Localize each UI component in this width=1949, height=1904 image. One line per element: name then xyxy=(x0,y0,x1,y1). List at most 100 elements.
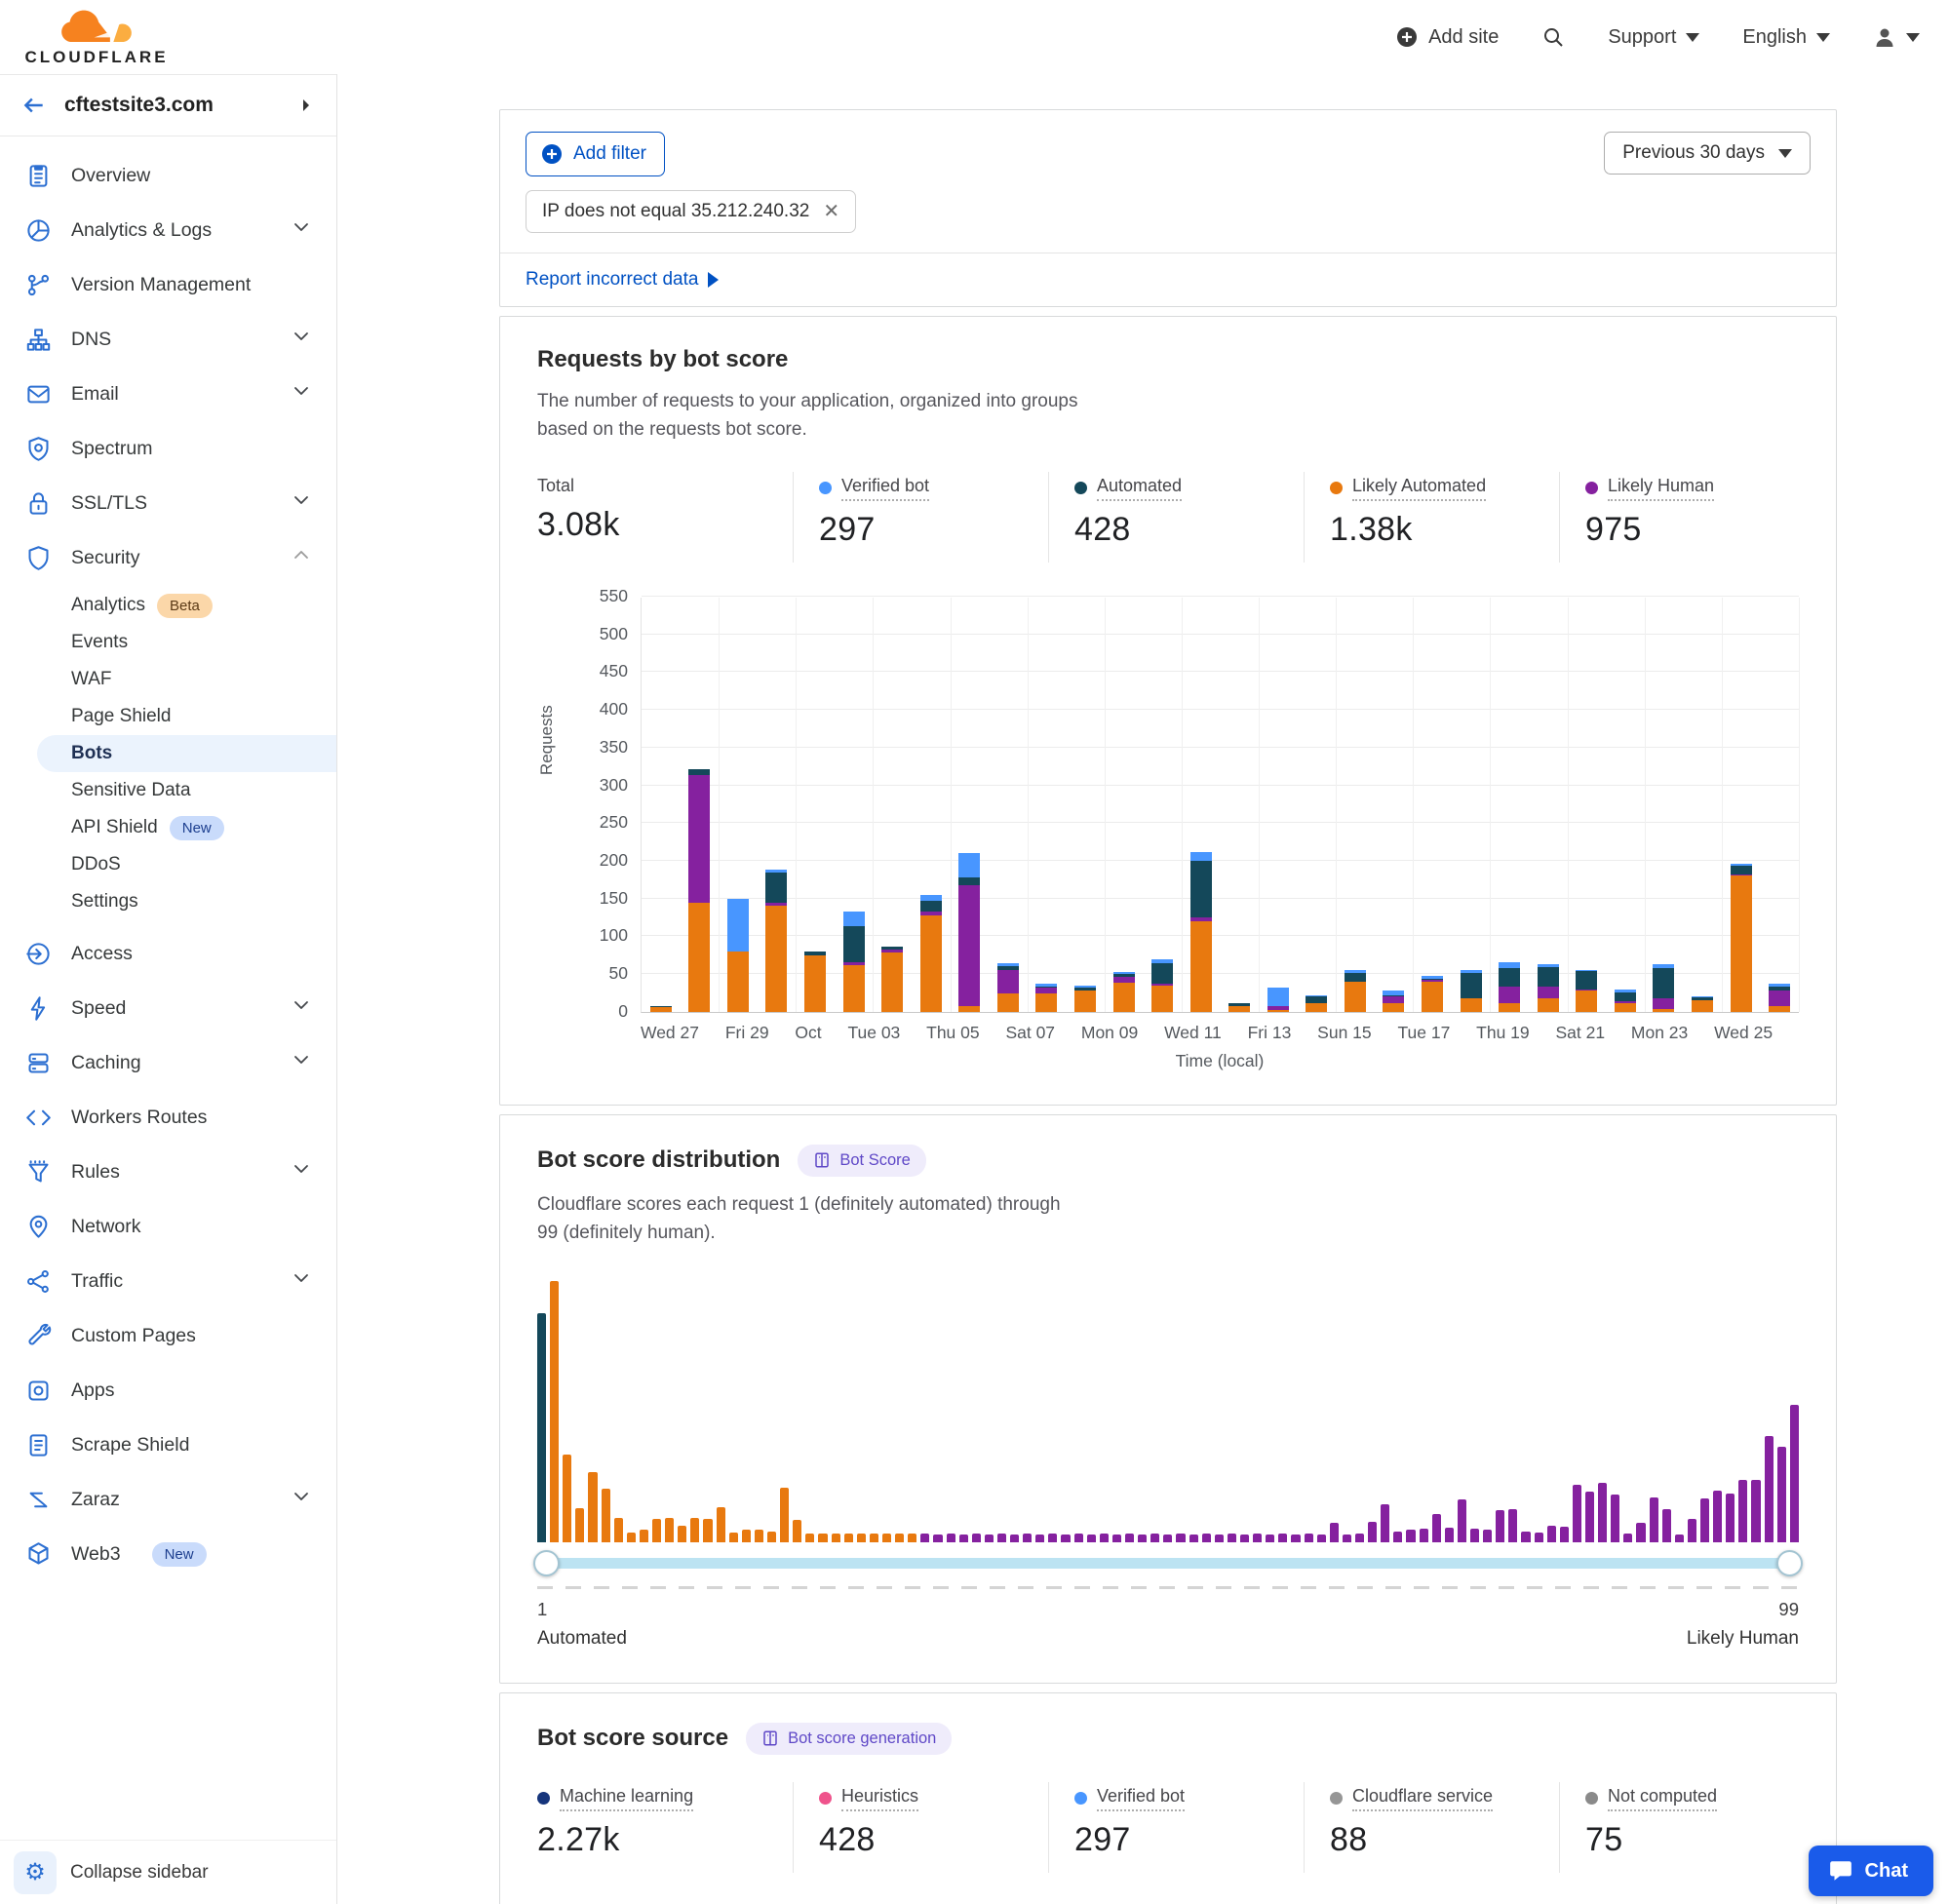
search-button[interactable] xyxy=(1541,25,1565,49)
hist-bar-score-35 xyxy=(972,1534,981,1541)
cloudflare-cloud-icon xyxy=(60,8,133,47)
sidebar-subitem-ddos[interactable]: DDoS xyxy=(0,846,336,883)
bar-slot xyxy=(1760,598,1799,1012)
slider-handle-min[interactable] xyxy=(533,1550,560,1576)
stat-likely-human: Likely Human975 xyxy=(1559,472,1814,563)
hist-bar-score-83 xyxy=(1585,1492,1594,1541)
chevron-right-icon xyxy=(297,97,315,114)
triangle-right-icon xyxy=(708,272,719,288)
sidebar-item-traffic[interactable]: Traffic xyxy=(0,1254,336,1308)
requests-plot-area: 050100150200250300350400450500550 xyxy=(641,598,1799,1013)
date-range-dropdown[interactable]: Previous 30 days xyxy=(1604,132,1811,175)
sidebar-item-analytics-logs[interactable]: Analytics & Logs xyxy=(0,203,336,257)
sitemap-icon xyxy=(25,327,52,353)
y-tick-label: 450 xyxy=(544,661,628,681)
hist-bar-score-63 xyxy=(1330,1523,1339,1542)
hist-bar-score-21 xyxy=(793,1520,801,1541)
hist-bar-score-5 xyxy=(588,1472,597,1541)
segment-likely-automated xyxy=(1461,998,1482,1012)
new-badge: New xyxy=(152,1542,207,1567)
bot-score-generation-badge[interactable]: Bot score generation xyxy=(746,1723,952,1755)
bar-slot xyxy=(1722,598,1761,1012)
x-tick: Fri 13 xyxy=(1248,1023,1292,1043)
x-tick xyxy=(1530,1023,1556,1043)
sidebar-item-network[interactable]: Network xyxy=(0,1199,336,1254)
add-site-button[interactable]: Add site xyxy=(1395,25,1499,49)
sidebar-item-web3[interactable]: Web3New xyxy=(0,1527,336,1581)
cloudflare-logo[interactable]: CLOUDFLARE xyxy=(23,8,170,67)
sidebar-item-speed[interactable]: Speed xyxy=(0,981,336,1035)
slider-handle-max[interactable] xyxy=(1776,1550,1803,1576)
stat-label[interactable]: Cloudflare service xyxy=(1352,1786,1493,1811)
sidebar-subitem-events[interactable]: Events xyxy=(0,624,336,661)
hist-bar-score-88 xyxy=(1650,1497,1658,1542)
hist-bar-score-28 xyxy=(882,1534,891,1542)
collapse-sidebar-button[interactable]: Collapse sidebar xyxy=(70,1862,209,1884)
shieldstar-icon xyxy=(25,436,52,462)
bars-layer xyxy=(642,598,1799,1012)
sidebar-subitem-sensitive-data[interactable]: Sensitive Data xyxy=(0,772,336,809)
lock-icon xyxy=(25,490,52,517)
sidebar-subitem-analytics[interactable]: AnalyticsBeta xyxy=(0,587,336,624)
sidebar-subitem-waf[interactable]: WAF xyxy=(0,661,336,698)
sidebar-item-workers-routes[interactable]: Workers Routes xyxy=(0,1090,336,1145)
hist-bar-score-1 xyxy=(537,1313,546,1542)
stat-label[interactable]: Verified bot xyxy=(1097,1786,1185,1811)
sidebar-nav: OverviewAnalytics & LogsVersion Manageme… xyxy=(0,136,336,1840)
sidebar-item-version-management[interactable]: Version Management xyxy=(0,257,336,312)
hist-bar-score-34 xyxy=(959,1535,968,1542)
segment-likely-automated xyxy=(1190,921,1212,1012)
slider-track[interactable] xyxy=(543,1558,1793,1569)
chat-button[interactable]: Chat xyxy=(1809,1846,1933,1896)
segment-likely-automated xyxy=(1267,1010,1289,1012)
sidebar-item-ssl-tls[interactable]: SSL/TLS xyxy=(0,476,336,530)
add-filter-button[interactable]: Add filter xyxy=(526,132,665,176)
stat-label[interactable]: Not computed xyxy=(1608,1786,1717,1811)
sidebar-subitem-settings[interactable]: Settings xyxy=(0,883,336,920)
stat-label[interactable]: Verified bot xyxy=(841,476,929,501)
segment-automated xyxy=(1345,973,1366,982)
stat-label[interactable]: Automated xyxy=(1097,476,1182,501)
account-menu[interactable] xyxy=(1873,25,1920,49)
hist-bar-score-23 xyxy=(818,1534,827,1541)
bar-slot xyxy=(1568,598,1607,1012)
stat-value: 3.08k xyxy=(537,506,763,544)
stat-label[interactable]: Likely Automated xyxy=(1352,476,1486,501)
sidebar-item-overview[interactable]: Overview xyxy=(0,148,336,203)
sidebar-subitem-page-shield[interactable]: Page Shield xyxy=(0,698,336,735)
settings-gear-button[interactable]: ⚙ xyxy=(14,1851,57,1894)
hist-bar-score-94 xyxy=(1726,1494,1735,1542)
stat-label[interactable]: Likely Human xyxy=(1608,476,1714,501)
support-menu[interactable]: Support xyxy=(1608,26,1699,49)
language-menu[interactable]: English xyxy=(1742,26,1830,49)
report-incorrect-data-link[interactable]: Report incorrect data xyxy=(526,269,719,291)
segment-likely-automated xyxy=(1422,982,1443,1012)
bar-slot xyxy=(1259,598,1298,1012)
back-arrow-icon[interactable] xyxy=(21,93,47,118)
segment-automated xyxy=(1615,992,1636,1001)
sidebar-item-apps[interactable]: Apps xyxy=(0,1363,336,1418)
sidebar-subitem-bots[interactable]: Bots xyxy=(37,735,336,772)
bot-score-badge[interactable]: Bot Score xyxy=(798,1145,925,1177)
sidebar-item-email[interactable]: Email xyxy=(0,367,336,421)
sidebar-item-custom-pages[interactable]: Custom Pages xyxy=(0,1308,336,1363)
segment-likely-human xyxy=(1538,987,1559,998)
sidebar-subitem-api-shield[interactable]: API ShieldNew xyxy=(0,809,336,846)
sidebar-item-rules[interactable]: Rules xyxy=(0,1145,336,1199)
sidebar-item-dns[interactable]: DNS xyxy=(0,312,336,367)
stat-label[interactable]: Machine learning xyxy=(560,1786,693,1811)
sidebar-item-scrape-shield[interactable]: Scrape Shield xyxy=(0,1418,336,1472)
y-tick-label: 250 xyxy=(544,812,628,833)
sidebar-item-zaraz[interactable]: Zaraz xyxy=(0,1472,336,1527)
hist-bar-score-84 xyxy=(1598,1483,1607,1541)
sidebar-item-access[interactable]: Access xyxy=(0,926,336,981)
sidebar-item-spectrum[interactable]: Spectrum xyxy=(0,421,336,476)
segment-likely-human xyxy=(1499,987,1520,1003)
sidebar-item-security[interactable]: Security xyxy=(0,530,336,585)
remove-filter-icon[interactable]: ✕ xyxy=(823,202,839,221)
y-tick-label: 0 xyxy=(544,1001,628,1022)
stat-label[interactable]: Heuristics xyxy=(841,1786,918,1811)
sidebar-item-caching[interactable]: Caching xyxy=(0,1035,336,1090)
book-icon xyxy=(813,1151,831,1169)
site-selector[interactable]: cftestsite3.com xyxy=(0,74,336,136)
